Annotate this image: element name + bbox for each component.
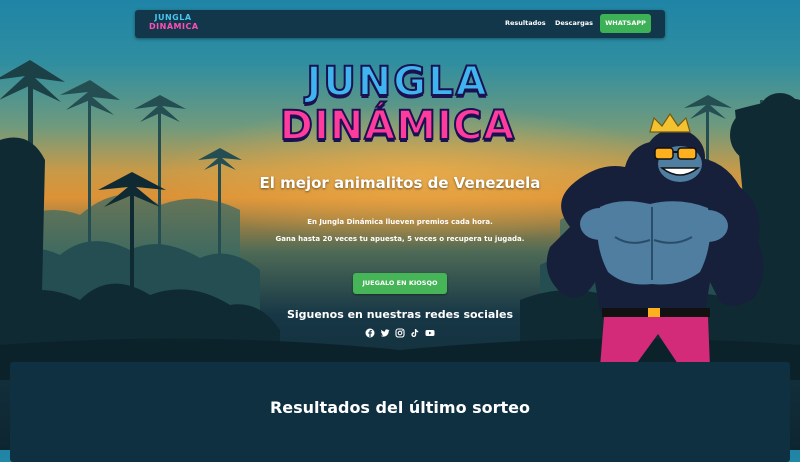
logo-line-2: DINÁMICA [149,22,199,31]
play-kiosk-button[interactable]: JUEGALO EN KIOSQO [353,273,447,294]
hero-logo-line-2: DINÁMICA [279,103,516,149]
nav-link-results[interactable]: Resultados [505,19,546,27]
navbar: JUNGLA DINÁMICA Resultados Descargas WHA… [135,10,665,38]
facebook-icon[interactable] [365,328,375,338]
hero-logo: JUNGLA DINÁMICA [265,59,530,160]
site-logo[interactable]: JUNGLA DINÁMICA [149,13,199,35]
hero-description-line-1: En Jungla Dinámica llueven premios cada … [307,218,493,226]
twitter-icon[interactable] [380,328,390,338]
social-links [360,326,440,340]
nav-link-downloads[interactable]: Descargas [555,19,593,27]
youtube-icon[interactable] [425,328,435,338]
tiktok-icon[interactable] [410,328,420,338]
hero-logo-line-1: JUNGLA [305,59,489,105]
whatsapp-button[interactable]: WHATSAPP [600,14,651,33]
logo-line-1: JUNGLA [154,13,192,22]
results-panel: Resultados del último sorteo [10,362,790,462]
hero-description-line-2: Gana hasta 20 veces tu apuesta, 5 veces … [275,235,525,243]
gorilla-mascot [546,112,764,367]
social-title: Siguenos en nuestras redes sociales [286,308,514,321]
instagram-icon[interactable] [395,328,405,338]
results-title: Resultados del último sorteo [269,398,531,417]
